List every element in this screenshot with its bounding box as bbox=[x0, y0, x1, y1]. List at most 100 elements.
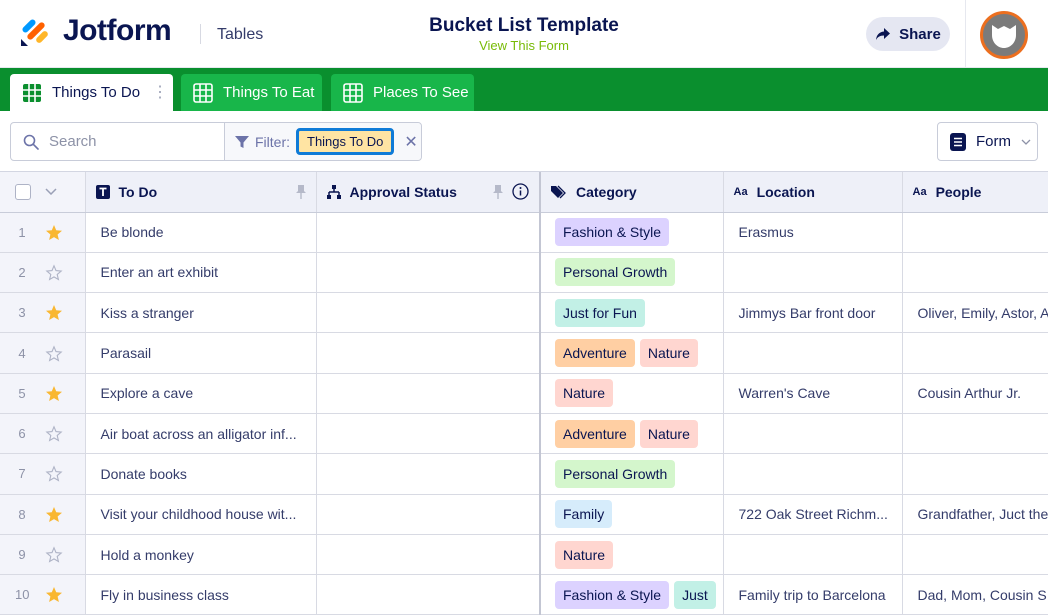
table-row[interactable]: 10 Fly in business class Fashion & Style Ju… bbox=[0, 574, 1048, 615]
cell-location[interactable] bbox=[723, 413, 903, 455]
cell-category[interactable]: Personal Growth bbox=[540, 252, 724, 294]
cell-todo[interactable]: Enter an art exhibit bbox=[85, 252, 317, 294]
table-row[interactable]: 1 Be blonde Fashion & Style Erasmus bbox=[0, 212, 1048, 253]
cell-approval-status[interactable] bbox=[316, 373, 541, 414]
cell-people[interactable]: Dad, Mom, Cousin S bbox=[902, 574, 1048, 615]
cell-people[interactable]: Grandfather, Juct the bbox=[902, 494, 1048, 535]
cell-people[interactable] bbox=[902, 252, 1048, 294]
cell-location[interactable]: Warren's Cave bbox=[723, 373, 903, 414]
jotform-logo-icon bbox=[21, 19, 48, 46]
cell-location[interactable] bbox=[723, 252, 903, 294]
column-header-location[interactable]: Aa Location bbox=[723, 172, 903, 213]
user-avatar[interactable] bbox=[980, 11, 1028, 59]
cell-category[interactable]: Fashion & Style Just bbox=[540, 574, 724, 615]
table-row[interactable]: 5 Explore a cave Nature Warren's Cave Cousin… bbox=[0, 373, 1048, 414]
cell-category[interactable]: Fashion & Style bbox=[540, 212, 724, 253]
cell-todo[interactable]: Parasail bbox=[85, 332, 317, 374]
cell-approval-status[interactable] bbox=[316, 494, 541, 535]
cell-people[interactable] bbox=[902, 413, 1048, 455]
filter-chip[interactable]: Things To Do bbox=[296, 128, 395, 155]
view-form-link[interactable]: View This Form bbox=[380, 38, 668, 54]
column-header-category[interactable]: Category bbox=[540, 172, 724, 213]
table-row[interactable]: 3 Kiss a stranger Just for Fun Jimmys Bar f… bbox=[0, 292, 1048, 334]
table-row[interactable]: 4 Parasail Adventure Nature bbox=[0, 332, 1048, 374]
cell-category[interactable]: Just for Fun bbox=[540, 292, 724, 334]
star-filled-icon[interactable] bbox=[45, 224, 63, 241]
cell-people[interactable] bbox=[902, 332, 1048, 374]
cell-approval-status[interactable] bbox=[316, 252, 541, 294]
cell-location[interactable] bbox=[723, 453, 903, 495]
cell-approval-status[interactable] bbox=[316, 292, 541, 334]
form-view-dropdown[interactable]: Form bbox=[937, 122, 1038, 161]
cell-category[interactable]: Nature bbox=[540, 534, 724, 576]
cell-category[interactable]: Family bbox=[540, 494, 724, 535]
category-tag: Just bbox=[674, 580, 716, 609]
share-button[interactable]: Share bbox=[866, 17, 950, 51]
star-outline-icon[interactable] bbox=[45, 264, 63, 281]
cell-location[interactable] bbox=[723, 332, 903, 374]
cell-location[interactable] bbox=[723, 534, 903, 576]
brand-name[interactable]: Jotform bbox=[63, 14, 172, 48]
cell-category[interactable]: Adventure Nature bbox=[540, 332, 724, 374]
cell-location[interactable]: Jimmys Bar front door bbox=[723, 292, 903, 334]
cell-todo[interactable]: Be blonde bbox=[85, 212, 317, 253]
cell-location[interactable]: 722 Oak Street Richm... bbox=[723, 494, 903, 535]
pin-icon[interactable] bbox=[493, 184, 503, 199]
info-icon[interactable] bbox=[512, 183, 529, 200]
cell-approval-status[interactable] bbox=[316, 332, 541, 374]
column-header-approval-status[interactable]: Approval Status bbox=[316, 172, 541, 213]
cell-category[interactable]: Nature bbox=[540, 373, 724, 414]
cell-approval-status[interactable] bbox=[316, 453, 541, 495]
tab-things-to-do[interactable]: Things To Do ⋮ bbox=[10, 74, 173, 111]
star-outline-icon[interactable] bbox=[45, 425, 63, 442]
search-input[interactable] bbox=[49, 133, 209, 150]
column-header-people[interactable]: Aa People bbox=[902, 172, 1048, 213]
cell-people[interactable] bbox=[902, 534, 1048, 576]
search-box[interactable] bbox=[11, 123, 225, 160]
cell-category[interactable]: Personal Growth bbox=[540, 453, 724, 495]
cell-todo[interactable]: Donate books bbox=[85, 453, 317, 495]
tab-more-options-icon[interactable]: ⋮ bbox=[152, 84, 168, 101]
star-filled-icon[interactable] bbox=[45, 586, 63, 603]
search-icon bbox=[23, 134, 39, 150]
star-outline-icon[interactable] bbox=[45, 546, 63, 563]
table-row[interactable]: 8 Visit your childhood house wit... Family… bbox=[0, 494, 1048, 535]
chevron-down-icon[interactable] bbox=[45, 188, 57, 196]
cell-people[interactable]: Cousin Arthur Jr. bbox=[902, 373, 1048, 414]
row-number: 3 bbox=[18, 305, 26, 321]
cell-todo[interactable]: Air boat across an alligator inf... bbox=[85, 413, 317, 455]
table-row[interactable]: 2 Enter an art exhibit Personal Growth bbox=[0, 252, 1048, 294]
star-outline-icon[interactable] bbox=[45, 465, 63, 483]
table-row[interactable]: 7 Donate books Personal Growth bbox=[0, 453, 1048, 495]
pin-icon[interactable] bbox=[295, 184, 306, 199]
product-name[interactable]: Tables bbox=[217, 26, 263, 44]
cell-category[interactable]: Adventure Nature bbox=[540, 413, 724, 455]
cell-todo[interactable]: Hold a monkey bbox=[85, 534, 317, 576]
clear-filter-icon[interactable]: ✕ bbox=[404, 132, 417, 152]
table-row[interactable]: 6 Air boat across an alligator inf... Adve… bbox=[0, 413, 1048, 455]
column-header-todo[interactable]: To Do bbox=[85, 172, 317, 213]
star-outline-icon[interactable] bbox=[45, 344, 63, 362]
star-filled-icon[interactable] bbox=[45, 506, 63, 523]
cell-people[interactable]: Oliver, Emily, Astor, A bbox=[902, 292, 1048, 334]
star-filled-icon[interactable] bbox=[45, 304, 63, 321]
cell-todo[interactable]: Visit your childhood house wit... bbox=[85, 494, 317, 535]
cell-people[interactable] bbox=[902, 212, 1048, 253]
cell-approval-status[interactable] bbox=[316, 574, 541, 615]
cell-people[interactable] bbox=[902, 453, 1048, 495]
table-row[interactable]: 9 Hold a monkey Nature bbox=[0, 534, 1048, 576]
star-filled-icon[interactable] bbox=[45, 385, 63, 402]
cell-todo[interactable]: Fly in business class bbox=[85, 574, 317, 615]
select-all-checkbox[interactable] bbox=[15, 183, 31, 200]
cell-approval-status[interactable] bbox=[316, 413, 541, 455]
tab-things-to-eat[interactable]: Things To Eat bbox=[181, 74, 322, 111]
tab-places-to-see[interactable]: Places To See bbox=[331, 74, 474, 111]
cell-todo[interactable]: Explore a cave bbox=[85, 373, 317, 414]
todo-text: Enter an art exhibit bbox=[100, 264, 219, 281]
workflow-icon bbox=[326, 184, 341, 199]
cell-location[interactable]: Family trip to Barcelona bbox=[723, 574, 903, 615]
cell-approval-status[interactable] bbox=[316, 534, 541, 576]
cell-approval-status[interactable] bbox=[316, 212, 541, 253]
cell-location[interactable]: Erasmus bbox=[723, 212, 903, 253]
cell-todo[interactable]: Kiss a stranger bbox=[85, 292, 317, 334]
